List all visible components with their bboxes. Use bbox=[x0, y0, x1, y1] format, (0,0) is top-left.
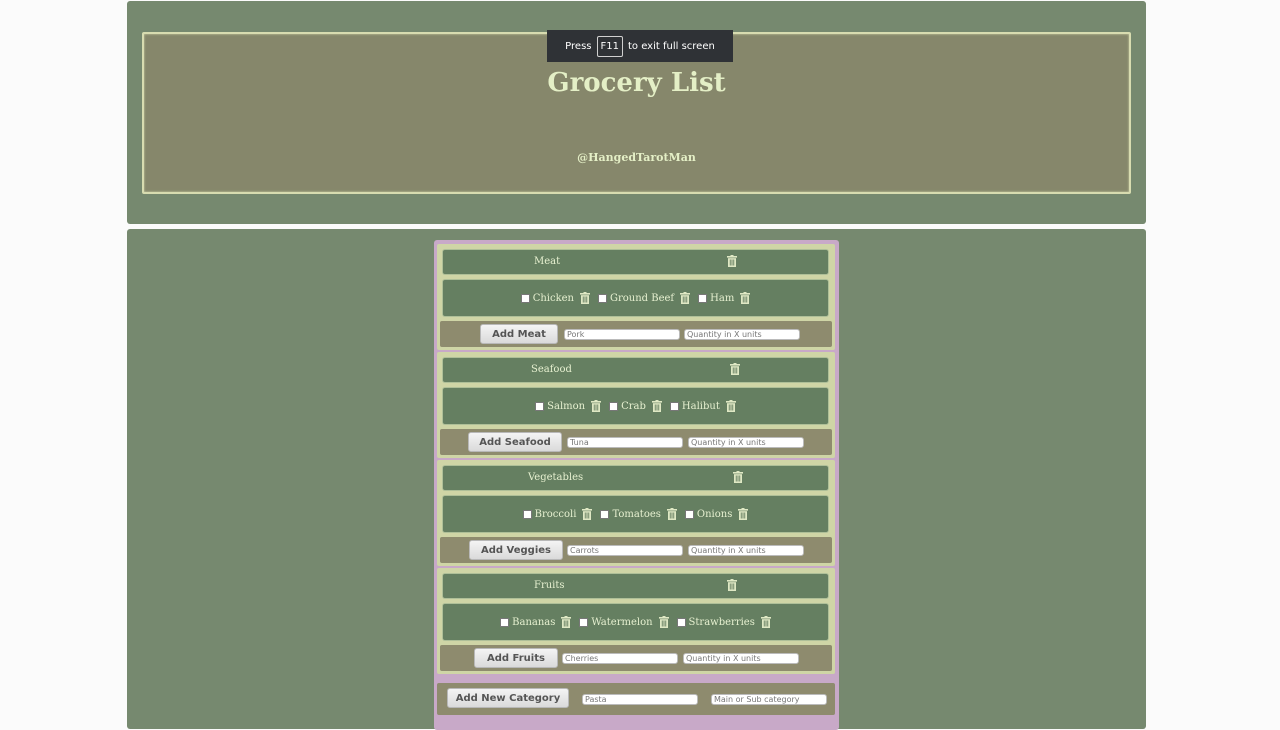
add-veggies-button[interactable]: Add Veggies bbox=[469, 540, 563, 560]
item-label: Crab bbox=[621, 400, 646, 412]
fullscreen-notice: Press F11 to exit full screen bbox=[547, 30, 733, 62]
category-name: Vegetables bbox=[528, 472, 584, 483]
trash-icon[interactable] bbox=[667, 508, 677, 520]
category-seafood: Seafood Salmon Crab Halibut Add Seafood … bbox=[437, 352, 835, 458]
item-checkbox[interactable] bbox=[598, 293, 607, 303]
add-category-row: Add New Category Pasta Main or Sub categ… bbox=[437, 683, 835, 715]
trash-icon[interactable] bbox=[680, 292, 690, 304]
add-seafood-button[interactable]: Add Seafood bbox=[468, 432, 562, 452]
category-name: Seafood bbox=[531, 364, 572, 375]
add-fruits-button[interactable]: Add Fruits bbox=[474, 648, 558, 668]
category-vegetables: Vegetables Broccoli Tomatoes Onions Add … bbox=[437, 460, 835, 566]
item-checkbox[interactable] bbox=[520, 293, 530, 303]
add-item-row: Add Fruits Cherries Quantity in X units bbox=[440, 645, 832, 671]
item-checkbox[interactable] bbox=[600, 509, 610, 519]
trash-icon[interactable] bbox=[727, 254, 737, 268]
fullscreen-key: F11 bbox=[596, 35, 623, 57]
item-list: Bananas Watermelon Strawberries bbox=[443, 604, 828, 640]
list-item: Salmon bbox=[535, 400, 601, 412]
item-list: Chicken Ground Beef Ham bbox=[443, 280, 828, 316]
list-item: Chicken bbox=[520, 292, 590, 304]
trash-icon[interactable] bbox=[740, 292, 750, 304]
trash-icon[interactable] bbox=[761, 616, 771, 628]
item-label: Ground Beef bbox=[610, 292, 675, 304]
category-header: Vegetables bbox=[443, 466, 828, 490]
list-item: Broccoli bbox=[522, 508, 593, 520]
item-checkbox[interactable] bbox=[669, 401, 679, 411]
item-label: Tomatoes bbox=[612, 508, 661, 520]
fullscreen-rest-text: to exit full screen bbox=[627, 40, 715, 52]
item-checkbox[interactable] bbox=[698, 293, 708, 303]
item-checkbox[interactable] bbox=[579, 617, 589, 627]
fullscreen-press-text: Press bbox=[565, 40, 592, 52]
author-handle: @HangedTarotMan bbox=[577, 151, 696, 164]
category-name: Meat bbox=[534, 256, 561, 267]
item-checkbox[interactable] bbox=[684, 509, 694, 519]
item-label: Broccoli bbox=[534, 508, 577, 520]
item-list: Broccoli Tomatoes Onions bbox=[443, 496, 828, 532]
item-name-input[interactable]: Cherries bbox=[562, 653, 678, 664]
category-header: Seafood bbox=[443, 358, 828, 382]
item-name-input[interactable]: Tuna bbox=[567, 437, 683, 448]
add-new-category-button[interactable]: Add New Category bbox=[447, 688, 569, 708]
category-type-input[interactable]: Main or Sub category bbox=[711, 694, 827, 705]
item-checkbox[interactable] bbox=[500, 617, 510, 627]
trash-icon[interactable] bbox=[659, 616, 669, 628]
trash-icon[interactable] bbox=[580, 292, 590, 304]
trash-icon[interactable] bbox=[726, 400, 736, 412]
trash-icon[interactable] bbox=[738, 508, 748, 520]
item-list: Salmon Crab Halibut bbox=[443, 388, 828, 424]
item-label: Strawberries bbox=[688, 616, 755, 628]
page-title: Grocery List bbox=[547, 68, 726, 98]
quantity-input[interactable]: Quantity in X units bbox=[684, 329, 800, 340]
item-checkbox[interactable] bbox=[676, 617, 686, 627]
trash-icon[interactable] bbox=[727, 578, 737, 592]
quantity-input[interactable]: Quantity in X units bbox=[688, 545, 804, 556]
list-item: Onions bbox=[684, 508, 748, 520]
trash-icon[interactable] bbox=[730, 362, 740, 376]
item-label: Bananas bbox=[512, 616, 556, 628]
item-label: Ham bbox=[710, 292, 735, 304]
item-name-input[interactable]: Pork bbox=[564, 329, 680, 340]
item-label: Salmon bbox=[547, 400, 586, 412]
grocery-list: Meat Chicken Ground Beef Ham Add Meat Po… bbox=[434, 240, 839, 730]
category-name-input[interactable]: Pasta bbox=[582, 694, 698, 705]
trash-icon[interactable] bbox=[561, 616, 571, 628]
list-item: Crab bbox=[609, 400, 662, 412]
category-name: Fruits bbox=[534, 580, 565, 591]
add-item-row: Add Seafood Tuna Quantity in X units bbox=[440, 429, 832, 455]
trash-icon[interactable] bbox=[582, 508, 592, 520]
list-item: Ham bbox=[698, 292, 750, 304]
item-name-input[interactable]: Carrots bbox=[567, 545, 683, 556]
trash-icon[interactable] bbox=[733, 470, 743, 484]
item-label: Halibut bbox=[681, 400, 720, 412]
list-item: Watermelon bbox=[579, 616, 668, 628]
item-checkbox[interactable] bbox=[609, 401, 619, 411]
list-item: Ground Beef bbox=[598, 292, 690, 304]
trash-icon[interactable] bbox=[591, 400, 601, 412]
category-meat: Meat Chicken Ground Beef Ham Add Meat Po… bbox=[437, 244, 835, 350]
list-item: Strawberries bbox=[676, 616, 771, 628]
list-item: Bananas bbox=[500, 616, 571, 628]
list-item: Tomatoes bbox=[600, 508, 676, 520]
item-label: Onions bbox=[696, 508, 733, 520]
quantity-input[interactable]: Quantity in X units bbox=[688, 437, 804, 448]
category-header: Meat bbox=[443, 250, 828, 274]
add-item-row: Add Meat Pork Quantity in X units bbox=[440, 321, 832, 347]
category-fruits: Fruits Bananas Watermelon Strawberries A… bbox=[437, 568, 835, 674]
trash-icon[interactable] bbox=[652, 400, 662, 412]
category-header: Fruits bbox=[443, 574, 828, 598]
item-checkbox[interactable] bbox=[522, 509, 532, 519]
item-label: Watermelon bbox=[591, 616, 653, 628]
item-label: Chicken bbox=[532, 292, 574, 304]
add-item-row: Add Veggies Carrots Quantity in X units bbox=[440, 537, 832, 563]
item-checkbox[interactable] bbox=[535, 401, 545, 411]
add-meat-button[interactable]: Add Meat bbox=[480, 324, 558, 344]
quantity-input[interactable]: Quantity in X units bbox=[683, 653, 799, 664]
list-item: Halibut bbox=[669, 400, 736, 412]
